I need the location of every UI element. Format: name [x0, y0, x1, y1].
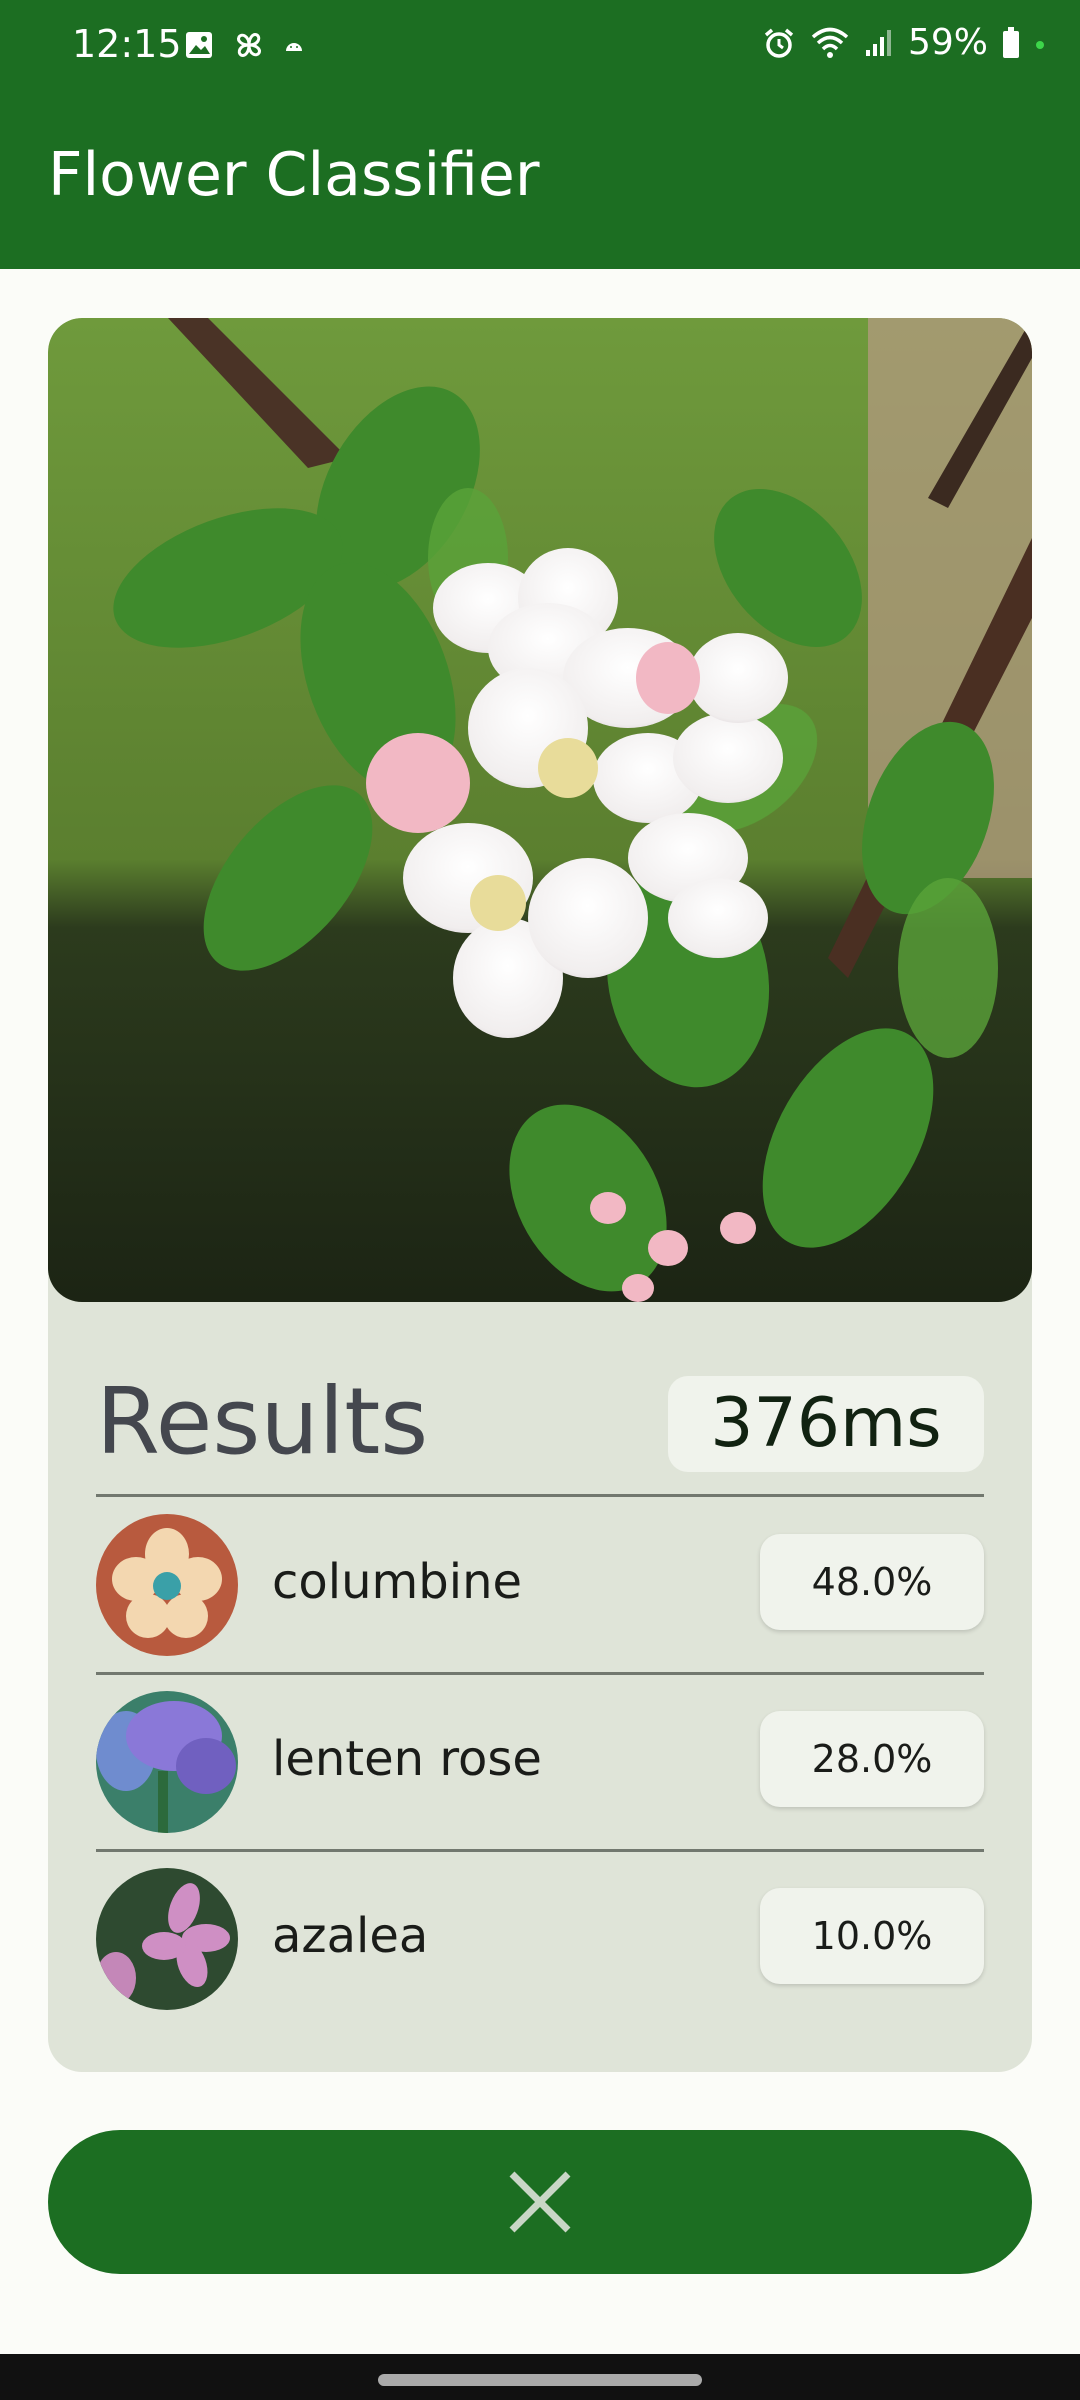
columbine-thumbnail-image [96, 1514, 238, 1656]
battery-percent: 59% [907, 22, 988, 63]
app-bar: Flower Classifier [0, 96, 1080, 269]
lenten-rose-thumbnail-image [96, 1691, 238, 1833]
azalea-thumbnail-image [96, 1868, 238, 2010]
flower-thumbnail [96, 1868, 238, 2010]
flower-thumbnail [96, 1691, 238, 1833]
home-gesture-handle[interactable] [378, 2374, 702, 2386]
status-time: 12:15 [72, 22, 182, 66]
privacy-dot-icon [1036, 40, 1044, 49]
close-icon [509, 2171, 571, 2233]
confidence-chip: 48.0% [760, 1534, 984, 1630]
results-title: Results [96, 1368, 429, 1475]
app-title: Flower Classifier [48, 140, 540, 210]
android-icon [286, 43, 302, 51]
list-item: lenten rose 28.0% [96, 1675, 984, 1849]
flower-label: columbine [272, 1554, 523, 1610]
flower-label: azalea [272, 1908, 429, 1964]
status-bar: 12:15 59% [0, 0, 1080, 96]
alarm-icon [764, 28, 794, 58]
flower-label: lenten rose [272, 1731, 542, 1787]
confidence-chip: 10.0% [760, 1888, 984, 1984]
status-left-icons [184, 28, 304, 62]
status-right: 59% [762, 22, 1046, 63]
close-button[interactable] [48, 2130, 1032, 2274]
divider [96, 1494, 984, 1497]
gallery-icon [186, 32, 212, 58]
battery-icon [1003, 26, 1019, 58]
pinwheel-icon [237, 33, 261, 57]
navigation-bar [0, 2354, 1080, 2400]
flower-photo-image [48, 318, 1032, 1302]
confidence-chip: 28.0% [760, 1711, 984, 1807]
list-item: columbine 48.0% [96, 1498, 984, 1672]
result-card: Results 376ms columbine 48.0% lenten ros… [48, 318, 1032, 2072]
signal-icon [865, 29, 891, 56]
inference-time-chip: 376ms [668, 1376, 984, 1472]
wifi-icon [811, 27, 849, 58]
flower-thumbnail [96, 1514, 238, 1656]
list-item: azalea 10.0% [96, 1852, 984, 2026]
flower-photo[interactable] [48, 318, 1032, 1302]
